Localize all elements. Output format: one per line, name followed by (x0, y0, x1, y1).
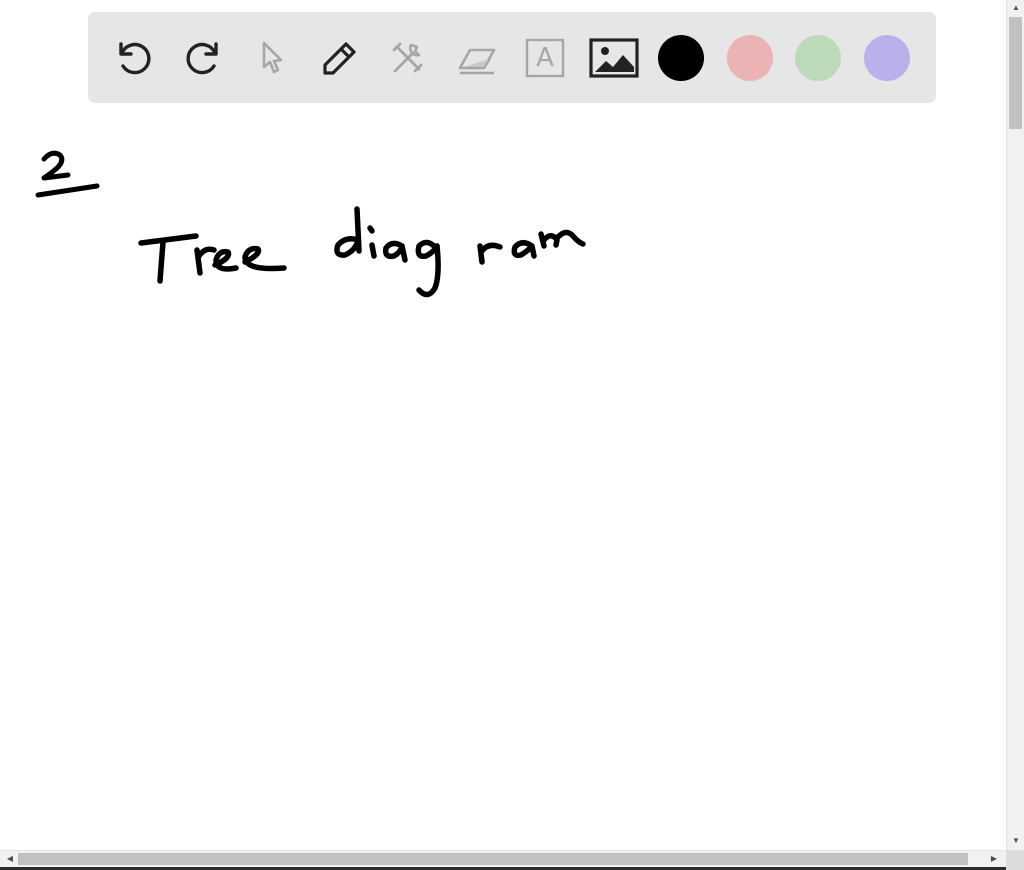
scrollbar-corner (1006, 850, 1024, 870)
handwriting-layer (35, 150, 586, 298)
scroll-right-arrow-icon[interactable]: ▶ (986, 851, 1002, 867)
vertical-scroll-thumb[interactable] (1009, 17, 1022, 129)
handwritten-title-tree-diagram (138, 206, 586, 298)
vertical-scrollbar[interactable]: ▲ ▼ (1006, 0, 1024, 850)
scroll-down-arrow-icon[interactable]: ▼ (1007, 833, 1024, 849)
scroll-up-arrow-icon[interactable]: ▲ (1007, 0, 1024, 16)
whiteboard-app: A ▲ ▼ ◀ ▶ (0, 0, 1024, 870)
drawing-canvas[interactable]: A (0, 0, 1006, 850)
horizontal-scroll-thumb[interactable] (18, 853, 968, 865)
horizontal-scrollbar[interactable]: ◀ ▶ (0, 850, 1006, 867)
scroll-left-arrow-icon[interactable]: ◀ (2, 851, 18, 867)
handwritten-number-2 (35, 150, 100, 198)
